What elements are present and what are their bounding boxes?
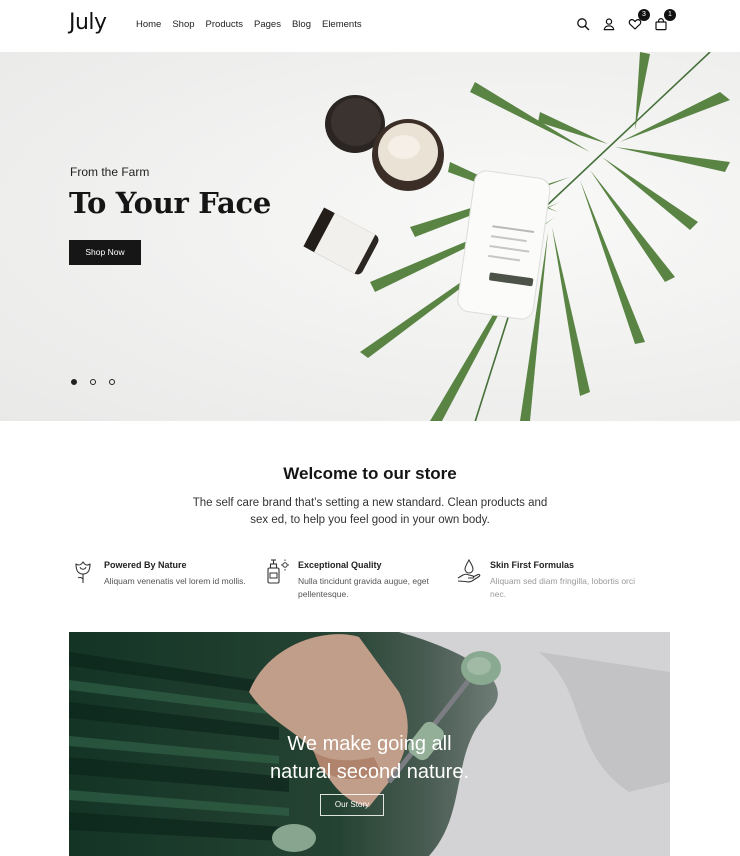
welcome-text: The self care brand that’s setting a new… xyxy=(192,497,548,526)
slider-dot-1[interactable] xyxy=(71,379,77,385)
feature-title: Skin First Formulas xyxy=(490,560,575,570)
feature-exceptional-quality: Exceptional Quality Nulla tincidunt grav… xyxy=(264,558,454,608)
wishlist-count-badge: 3 xyxy=(638,9,650,21)
feature-desc: Nulla tincidunt gravida augue, eget pell… xyxy=(298,576,429,599)
logo[interactable]: July xyxy=(69,10,107,35)
slider-dots xyxy=(71,379,115,385)
slider-dot-2[interactable] xyxy=(90,379,96,385)
hero-product-image xyxy=(303,52,730,421)
bottle-icon xyxy=(267,559,289,584)
cart-icon[interactable]: 1 xyxy=(654,9,676,31)
welcome-title: Welcome to our store xyxy=(283,464,457,483)
nav-item-blog[interactable]: Blog xyxy=(292,19,311,30)
hero-slider: From the Farm To Your Face Shop Now xyxy=(0,52,740,421)
feature-desc: Aliquam venenatis vel lorem id mollis. xyxy=(104,576,246,586)
hand-drop-icon xyxy=(457,558,481,583)
hero-title: To Your Face xyxy=(69,186,271,220)
banner-headline: We make going all natural second nature. xyxy=(69,730,670,786)
story-banner: We make going all natural second nature.… xyxy=(69,632,670,856)
feature-title: Powered By Nature xyxy=(104,560,187,570)
nav-item-elements[interactable]: Elements xyxy=(322,19,362,30)
search-icon[interactable] xyxy=(576,17,590,31)
wishlist-icon[interactable]: 3 xyxy=(628,9,650,31)
banner-headline-line-2: natural second nature. xyxy=(269,761,470,783)
feature-desc: Aliquam sed diam fringilla, lobortis orc… xyxy=(490,576,636,599)
feature-title: Exceptional Quality xyxy=(298,560,382,570)
hero-eyebrow: From the Farm xyxy=(70,165,150,179)
nav-item-products[interactable]: Products xyxy=(206,19,244,30)
feature-skin-first-formulas: Skin First Formulas Aliquam sed diam fri… xyxy=(456,558,646,608)
nav-item-pages[interactable]: Pages xyxy=(254,19,281,30)
rose-icon xyxy=(75,561,91,583)
account-icon[interactable] xyxy=(602,17,616,31)
nav-item-home[interactable]: Home xyxy=(136,19,161,30)
shop-now-button[interactable]: Shop Now xyxy=(69,240,141,265)
feature-powered-by-nature: Powered By Nature Aliquam venenatis vel … xyxy=(70,558,260,608)
site-header: July Home Shop Products Pages Blog Eleme… xyxy=(0,0,740,52)
cart-count-badge: 1 xyxy=(664,9,676,21)
header-icons: 3 1 xyxy=(576,9,676,31)
slider-dot-3[interactable] xyxy=(109,379,115,385)
banner-headline-line-1: We make going all xyxy=(287,733,452,755)
nav-item-shop[interactable]: Shop xyxy=(172,19,194,30)
main-nav: Home Shop Products Pages Blog Elements xyxy=(136,19,373,30)
our-story-button[interactable]: Our Story xyxy=(320,794,384,816)
